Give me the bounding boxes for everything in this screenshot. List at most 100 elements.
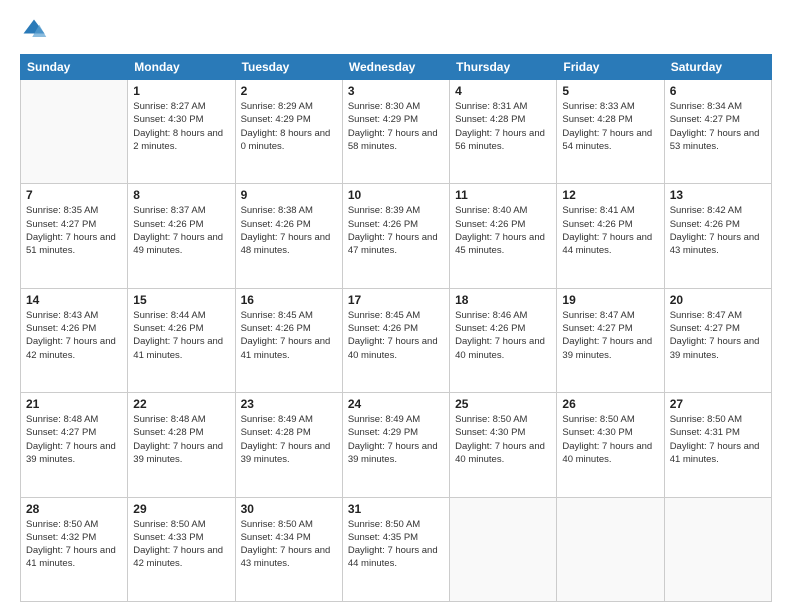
calendar-week-row: 1 Sunrise: 8:27 AMSunset: 4:30 PMDayligh… <box>21 80 772 184</box>
calendar-cell: 30 Sunrise: 8:50 AMSunset: 4:34 PMDaylig… <box>235 497 342 601</box>
calendar-cell: 25 Sunrise: 8:50 AMSunset: 4:30 PMDaylig… <box>450 393 557 497</box>
day-info: Sunrise: 8:50 AMSunset: 4:32 PMDaylight:… <box>26 518 122 571</box>
day-number: 31 <box>348 502 444 516</box>
day-number: 18 <box>455 293 551 307</box>
day-info: Sunrise: 8:48 AMSunset: 4:28 PMDaylight:… <box>133 413 229 466</box>
day-info: Sunrise: 8:49 AMSunset: 4:29 PMDaylight:… <box>348 413 444 466</box>
day-number: 1 <box>133 84 229 98</box>
day-number: 8 <box>133 188 229 202</box>
calendar-header-monday: Monday <box>128 55 235 80</box>
calendar-cell: 26 Sunrise: 8:50 AMSunset: 4:30 PMDaylig… <box>557 393 664 497</box>
day-info: Sunrise: 8:40 AMSunset: 4:26 PMDaylight:… <box>455 204 551 257</box>
calendar-cell: 20 Sunrise: 8:47 AMSunset: 4:27 PMDaylig… <box>664 288 771 392</box>
day-number: 16 <box>241 293 337 307</box>
day-number: 17 <box>348 293 444 307</box>
calendar-cell: 4 Sunrise: 8:31 AMSunset: 4:28 PMDayligh… <box>450 80 557 184</box>
calendar-header-sunday: Sunday <box>21 55 128 80</box>
day-number: 24 <box>348 397 444 411</box>
calendar-cell: 9 Sunrise: 8:38 AMSunset: 4:26 PMDayligh… <box>235 184 342 288</box>
day-number: 2 <box>241 84 337 98</box>
day-info: Sunrise: 8:50 AMSunset: 4:30 PMDaylight:… <box>562 413 658 466</box>
calendar-header-tuesday: Tuesday <box>235 55 342 80</box>
calendar-cell <box>21 80 128 184</box>
day-info: Sunrise: 8:50 AMSunset: 4:31 PMDaylight:… <box>670 413 766 466</box>
calendar-cell: 22 Sunrise: 8:48 AMSunset: 4:28 PMDaylig… <box>128 393 235 497</box>
calendar-cell: 12 Sunrise: 8:41 AMSunset: 4:26 PMDaylig… <box>557 184 664 288</box>
calendar-cell <box>557 497 664 601</box>
day-info: Sunrise: 8:50 AMSunset: 4:34 PMDaylight:… <box>241 518 337 571</box>
day-info: Sunrise: 8:47 AMSunset: 4:27 PMDaylight:… <box>670 309 766 362</box>
day-number: 22 <box>133 397 229 411</box>
day-info: Sunrise: 8:39 AMSunset: 4:26 PMDaylight:… <box>348 204 444 257</box>
day-info: Sunrise: 8:34 AMSunset: 4:27 PMDaylight:… <box>670 100 766 153</box>
calendar-week-row: 7 Sunrise: 8:35 AMSunset: 4:27 PMDayligh… <box>21 184 772 288</box>
day-info: Sunrise: 8:30 AMSunset: 4:29 PMDaylight:… <box>348 100 444 153</box>
day-info: Sunrise: 8:44 AMSunset: 4:26 PMDaylight:… <box>133 309 229 362</box>
day-number: 29 <box>133 502 229 516</box>
day-number: 3 <box>348 84 444 98</box>
day-number: 9 <box>241 188 337 202</box>
day-number: 15 <box>133 293 229 307</box>
day-number: 6 <box>670 84 766 98</box>
day-info: Sunrise: 8:46 AMSunset: 4:26 PMDaylight:… <box>455 309 551 362</box>
calendar-cell: 17 Sunrise: 8:45 AMSunset: 4:26 PMDaylig… <box>342 288 449 392</box>
day-info: Sunrise: 8:45 AMSunset: 4:26 PMDaylight:… <box>348 309 444 362</box>
calendar-header-friday: Friday <box>557 55 664 80</box>
calendar-cell <box>450 497 557 601</box>
day-number: 13 <box>670 188 766 202</box>
calendar-cell: 27 Sunrise: 8:50 AMSunset: 4:31 PMDaylig… <box>664 393 771 497</box>
calendar-cell: 31 Sunrise: 8:50 AMSunset: 4:35 PMDaylig… <box>342 497 449 601</box>
calendar-cell: 15 Sunrise: 8:44 AMSunset: 4:26 PMDaylig… <box>128 288 235 392</box>
day-info: Sunrise: 8:48 AMSunset: 4:27 PMDaylight:… <box>26 413 122 466</box>
day-number: 21 <box>26 397 122 411</box>
day-number: 27 <box>670 397 766 411</box>
day-info: Sunrise: 8:50 AMSunset: 4:35 PMDaylight:… <box>348 518 444 571</box>
day-info: Sunrise: 8:41 AMSunset: 4:26 PMDaylight:… <box>562 204 658 257</box>
calendar-cell: 28 Sunrise: 8:50 AMSunset: 4:32 PMDaylig… <box>21 497 128 601</box>
day-info: Sunrise: 8:47 AMSunset: 4:27 PMDaylight:… <box>562 309 658 362</box>
calendar-cell: 21 Sunrise: 8:48 AMSunset: 4:27 PMDaylig… <box>21 393 128 497</box>
calendar-cell: 14 Sunrise: 8:43 AMSunset: 4:26 PMDaylig… <box>21 288 128 392</box>
day-number: 19 <box>562 293 658 307</box>
day-number: 30 <box>241 502 337 516</box>
day-info: Sunrise: 8:50 AMSunset: 4:30 PMDaylight:… <box>455 413 551 466</box>
day-info: Sunrise: 8:50 AMSunset: 4:33 PMDaylight:… <box>133 518 229 571</box>
day-info: Sunrise: 8:35 AMSunset: 4:27 PMDaylight:… <box>26 204 122 257</box>
calendar-cell: 2 Sunrise: 8:29 AMSunset: 4:29 PMDayligh… <box>235 80 342 184</box>
day-number: 7 <box>26 188 122 202</box>
logo <box>20 16 52 44</box>
calendar-week-row: 14 Sunrise: 8:43 AMSunset: 4:26 PMDaylig… <box>21 288 772 392</box>
day-info: Sunrise: 8:29 AMSunset: 4:29 PMDaylight:… <box>241 100 337 153</box>
calendar-cell: 6 Sunrise: 8:34 AMSunset: 4:27 PMDayligh… <box>664 80 771 184</box>
day-info: Sunrise: 8:31 AMSunset: 4:28 PMDaylight:… <box>455 100 551 153</box>
calendar-header-row: SundayMondayTuesdayWednesdayThursdayFrid… <box>21 55 772 80</box>
calendar-cell: 1 Sunrise: 8:27 AMSunset: 4:30 PMDayligh… <box>128 80 235 184</box>
calendar-cell: 7 Sunrise: 8:35 AMSunset: 4:27 PMDayligh… <box>21 184 128 288</box>
calendar-header-saturday: Saturday <box>664 55 771 80</box>
calendar-week-row: 28 Sunrise: 8:50 AMSunset: 4:32 PMDaylig… <box>21 497 772 601</box>
calendar-table: SundayMondayTuesdayWednesdayThursdayFrid… <box>20 54 772 602</box>
page: SundayMondayTuesdayWednesdayThursdayFrid… <box>0 0 792 612</box>
calendar-cell: 8 Sunrise: 8:37 AMSunset: 4:26 PMDayligh… <box>128 184 235 288</box>
day-number: 23 <box>241 397 337 411</box>
calendar-cell: 10 Sunrise: 8:39 AMSunset: 4:26 PMDaylig… <box>342 184 449 288</box>
header <box>20 16 772 44</box>
day-info: Sunrise: 8:37 AMSunset: 4:26 PMDaylight:… <box>133 204 229 257</box>
calendar-header-thursday: Thursday <box>450 55 557 80</box>
calendar-header-wednesday: Wednesday <box>342 55 449 80</box>
calendar-cell: 3 Sunrise: 8:30 AMSunset: 4:29 PMDayligh… <box>342 80 449 184</box>
calendar-cell: 29 Sunrise: 8:50 AMSunset: 4:33 PMDaylig… <box>128 497 235 601</box>
day-number: 20 <box>670 293 766 307</box>
calendar-week-row: 21 Sunrise: 8:48 AMSunset: 4:27 PMDaylig… <box>21 393 772 497</box>
logo-icon <box>20 16 48 44</box>
day-number: 26 <box>562 397 658 411</box>
day-info: Sunrise: 8:33 AMSunset: 4:28 PMDaylight:… <box>562 100 658 153</box>
day-info: Sunrise: 8:38 AMSunset: 4:26 PMDaylight:… <box>241 204 337 257</box>
calendar-cell: 16 Sunrise: 8:45 AMSunset: 4:26 PMDaylig… <box>235 288 342 392</box>
day-number: 12 <box>562 188 658 202</box>
day-number: 4 <box>455 84 551 98</box>
calendar-cell: 18 Sunrise: 8:46 AMSunset: 4:26 PMDaylig… <box>450 288 557 392</box>
day-info: Sunrise: 8:27 AMSunset: 4:30 PMDaylight:… <box>133 100 229 153</box>
day-number: 11 <box>455 188 551 202</box>
day-number: 14 <box>26 293 122 307</box>
